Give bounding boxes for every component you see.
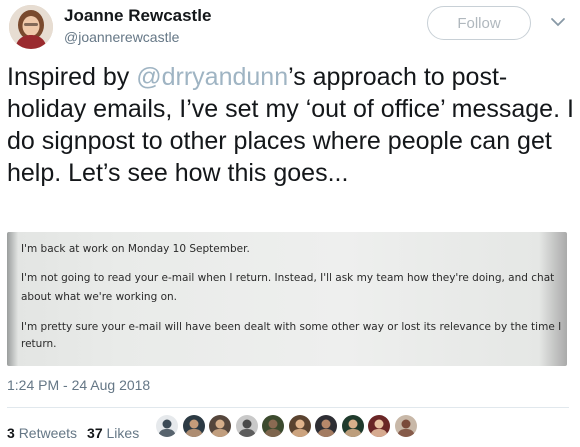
liker-avatar-6-icon[interactable]	[287, 414, 312, 438]
liker-avatar-7-icon[interactable]	[314, 414, 338, 438]
likes-count: 37	[87, 425, 103, 441]
liker-avatar-4-icon[interactable]	[234, 414, 259, 438]
user-handle[interactable]: @joannerewcastle	[64, 29, 179, 45]
tweet-stats: 3 Retweets 37 Likes	[7, 425, 139, 441]
user-avatar[interactable]	[9, 5, 53, 49]
liker-avatar-9-icon[interactable]	[367, 414, 391, 438]
liker-avatar-10-icon[interactable]	[393, 414, 418, 438]
mention-link[interactable]: @drryandunn	[136, 63, 288, 91]
retweets-count: 3	[7, 425, 15, 441]
liker-avatar-5-icon[interactable]	[261, 414, 285, 438]
display-name[interactable]: Joanne Rewcastle	[64, 6, 211, 26]
follow-button[interactable]: Follow	[427, 6, 531, 40]
liker-avatar-1-icon[interactable]	[155, 414, 179, 438]
retweets-stat[interactable]: 3 Retweets	[7, 425, 77, 441]
photo-text-line: about what we're working on.	[21, 291, 177, 303]
tweet-text: Inspired by @drryandunn’s approach to po…	[7, 61, 575, 189]
liker-avatar-8-icon[interactable]	[340, 414, 365, 438]
more-options-chevron-down-icon[interactable]	[548, 12, 568, 32]
photo-text-line: I'm pretty sure your e-mail will have be…	[21, 321, 562, 333]
photo-text-line: I'm not going to read your e-mail when I…	[21, 272, 555, 284]
profile-photo-icon	[9, 5, 53, 49]
tweet-photo[interactable]: I'm back at work on Monday 10 September.…	[7, 232, 567, 366]
tweet-timestamp[interactable]: 1:24 PM - 24 Aug 2018	[7, 377, 150, 393]
liker-avatar-3-icon[interactable]	[208, 414, 232, 438]
liker-avatar-2-icon[interactable]	[181, 414, 206, 438]
likes-label: Likes	[106, 425, 140, 441]
retweets-label: Retweets	[18, 425, 78, 441]
divider	[7, 407, 569, 408]
liked-by-avatars	[155, 414, 420, 438]
photo-text-line: I'm back at work on Monday 10 September.	[21, 243, 250, 255]
tweet-text-before: Inspired by	[7, 63, 137, 91]
photo-text-line: return.	[21, 338, 57, 350]
likes-stat[interactable]: 37 Likes	[87, 425, 139, 441]
